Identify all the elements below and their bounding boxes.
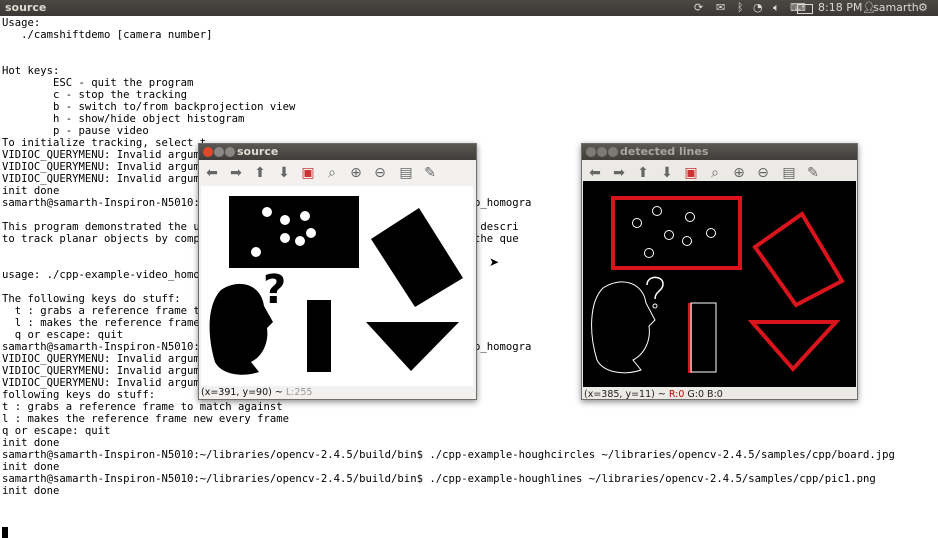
properties-icon[interactable]: ✎	[804, 164, 822, 182]
arrow-up-icon[interactable]: ⬆	[251, 164, 269, 182]
zoom-out-icon[interactable]: ⊖	[371, 164, 389, 182]
detected-lines-window[interactable]: detected lines ⬅ ➡ ⬆ ⬇ ▣ ⌕ ⊕ ⊖ ▤ ✎ (x=38…	[581, 143, 858, 400]
zoom-fit-icon[interactable]: ⌕	[323, 164, 341, 182]
zoom-out-icon[interactable]: ⊖	[754, 164, 772, 182]
detected-lines-drawing	[591, 196, 845, 374]
image-icon[interactable]: ▣	[682, 164, 700, 182]
minimize-icon[interactable]	[214, 147, 224, 157]
arrow-right-icon[interactable]: ➡	[610, 164, 628, 182]
cursor-coordinates: (x=385, y=11) ~	[584, 389, 669, 400]
detected-lines-image[interactable]	[583, 181, 856, 387]
arrow-down-icon[interactable]: ⬇	[658, 164, 676, 182]
zoom-in-icon[interactable]: ⊕	[730, 164, 748, 182]
close-icon[interactable]	[586, 147, 596, 157]
wifi-icon[interactable]: ◔	[753, 1, 763, 15]
image-icon[interactable]: ▣	[299, 164, 317, 182]
clock[interactable]: 8:18 PM	[818, 1, 862, 15]
pixel-r-value: R:0	[668, 389, 685, 400]
source-window[interactable]: source ⬅ ➡ ⬆ ⬇ ▣ ⌕ ⊕ ⊖ ▤ ✎ ? (x=391, y=9…	[198, 143, 477, 400]
cursor-coordinates: (x=391, y=90) ~	[201, 387, 286, 398]
volume-icon[interactable]: 🔈︎	[773, 1, 780, 15]
close-icon[interactable]	[203, 147, 213, 157]
minimize-icon[interactable]	[597, 147, 607, 157]
pixel-value: L:255	[285, 387, 313, 398]
arrow-up-icon[interactable]: ⬆	[634, 164, 652, 182]
terminal-cursor	[2, 527, 8, 538]
properties-icon[interactable]: ✎	[421, 164, 439, 182]
svg-text:?: ?	[263, 267, 286, 313]
arrow-left-icon[interactable]: ⬅	[586, 164, 604, 182]
mail-icon[interactable]: ✉	[716, 1, 725, 15]
maximize-icon[interactable]	[608, 147, 618, 157]
power-icon[interactable]: ⚙	[918, 1, 928, 15]
save-icon[interactable]: ▤	[397, 164, 415, 182]
pixel-gb-value: G:0 B:0	[684, 389, 723, 400]
top-panel: source ⟳ ✉ ᛒ ◔ 🔈︎ ⌨ 8:18 PM 👤︎ samarth ⚙	[0, 0, 938, 16]
arrow-down-icon[interactable]: ⬇	[275, 164, 293, 182]
window-title: source	[237, 145, 279, 158]
save-icon[interactable]: ▤	[780, 164, 798, 182]
arrow-right-icon[interactable]: ➡	[227, 164, 245, 182]
battery-icon[interactable]	[797, 4, 813, 14]
username[interactable]: samarth	[873, 1, 919, 15]
mouse-pointer-icon: ➤	[489, 255, 500, 269]
arrow-left-icon[interactable]: ⬅	[203, 164, 221, 182]
bluetooth-icon[interactable]: ᛒ	[737, 1, 744, 15]
window-title: detected lines	[620, 145, 709, 158]
sync-icon[interactable]: ⟳	[694, 1, 703, 15]
source-image[interactable]: ?	[201, 186, 473, 386]
zoom-fit-icon[interactable]: ⌕	[706, 164, 724, 182]
zoom-in-icon[interactable]: ⊕	[347, 164, 365, 182]
status-bar: (x=385, y=11) ~ R:0 G:0 B:0	[584, 389, 723, 400]
status-bar: (x=391, y=90) ~ L:255	[201, 387, 312, 398]
window-titlebar[interactable]: source	[199, 144, 476, 160]
shapes-image: ?	[209, 196, 463, 375]
active-window-title: source	[5, 1, 47, 14]
maximize-icon[interactable]	[225, 147, 235, 157]
window-titlebar[interactable]: detected lines	[582, 144, 857, 160]
